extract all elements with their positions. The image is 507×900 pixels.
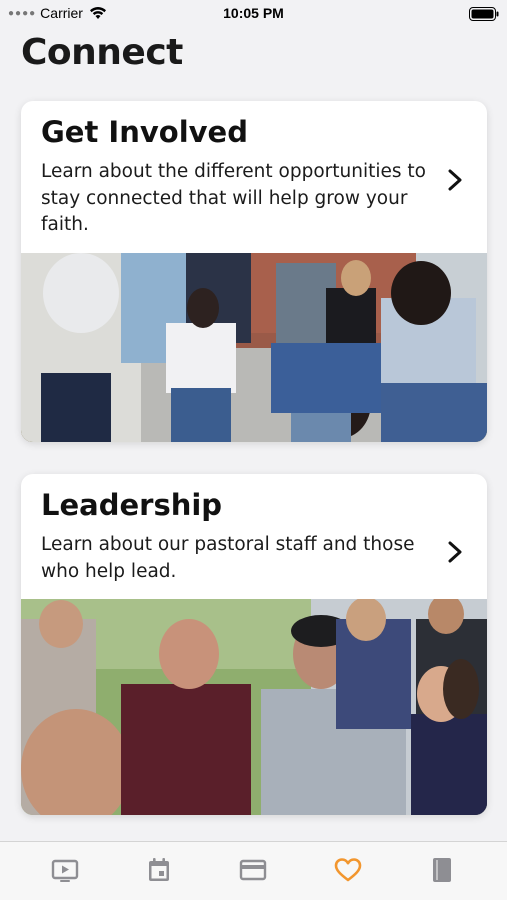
chevron-right-icon[interactable] <box>447 169 463 191</box>
chevron-right-icon[interactable] <box>447 541 463 563</box>
status-bar: ●●●● Carrier 10:05 PM <box>0 0 507 28</box>
tab-bar <box>0 841 507 900</box>
card-header: Get Involved Learn about the different o… <box>21 101 487 239</box>
card-title: Get Involved <box>41 115 248 149</box>
status-time: 10:05 PM <box>223 5 284 21</box>
tab-connect[interactable] <box>318 842 378 900</box>
leadership-card[interactable]: Leadership Learn about our pastoral staf… <box>21 474 487 815</box>
card-title: Leadership <box>41 488 223 522</box>
card-icon <box>240 859 267 881</box>
tab-events[interactable] <box>129 842 189 900</box>
video-icon <box>51 859 79 882</box>
calendar-icon <box>149 858 170 881</box>
tab-read[interactable] <box>412 842 472 900</box>
group-sitting-on-steps-photo <box>21 253 487 442</box>
tab-give[interactable] <box>223 842 283 900</box>
battery-icon <box>469 7 499 21</box>
card-description: Learn about the different opportunities … <box>41 161 426 235</box>
book-icon <box>432 858 451 882</box>
heart-icon <box>334 858 361 882</box>
card-description: Learn about our pastoral staff and those… <box>41 534 415 582</box>
pastoral-staff-group-photo <box>21 599 487 815</box>
page-title: Connect <box>21 32 183 73</box>
tab-watch[interactable] <box>35 842 95 900</box>
card-header: Leadership Learn about our pastoral staf… <box>21 474 487 585</box>
get-involved-card[interactable]: Get Involved Learn about the different o… <box>21 101 487 442</box>
